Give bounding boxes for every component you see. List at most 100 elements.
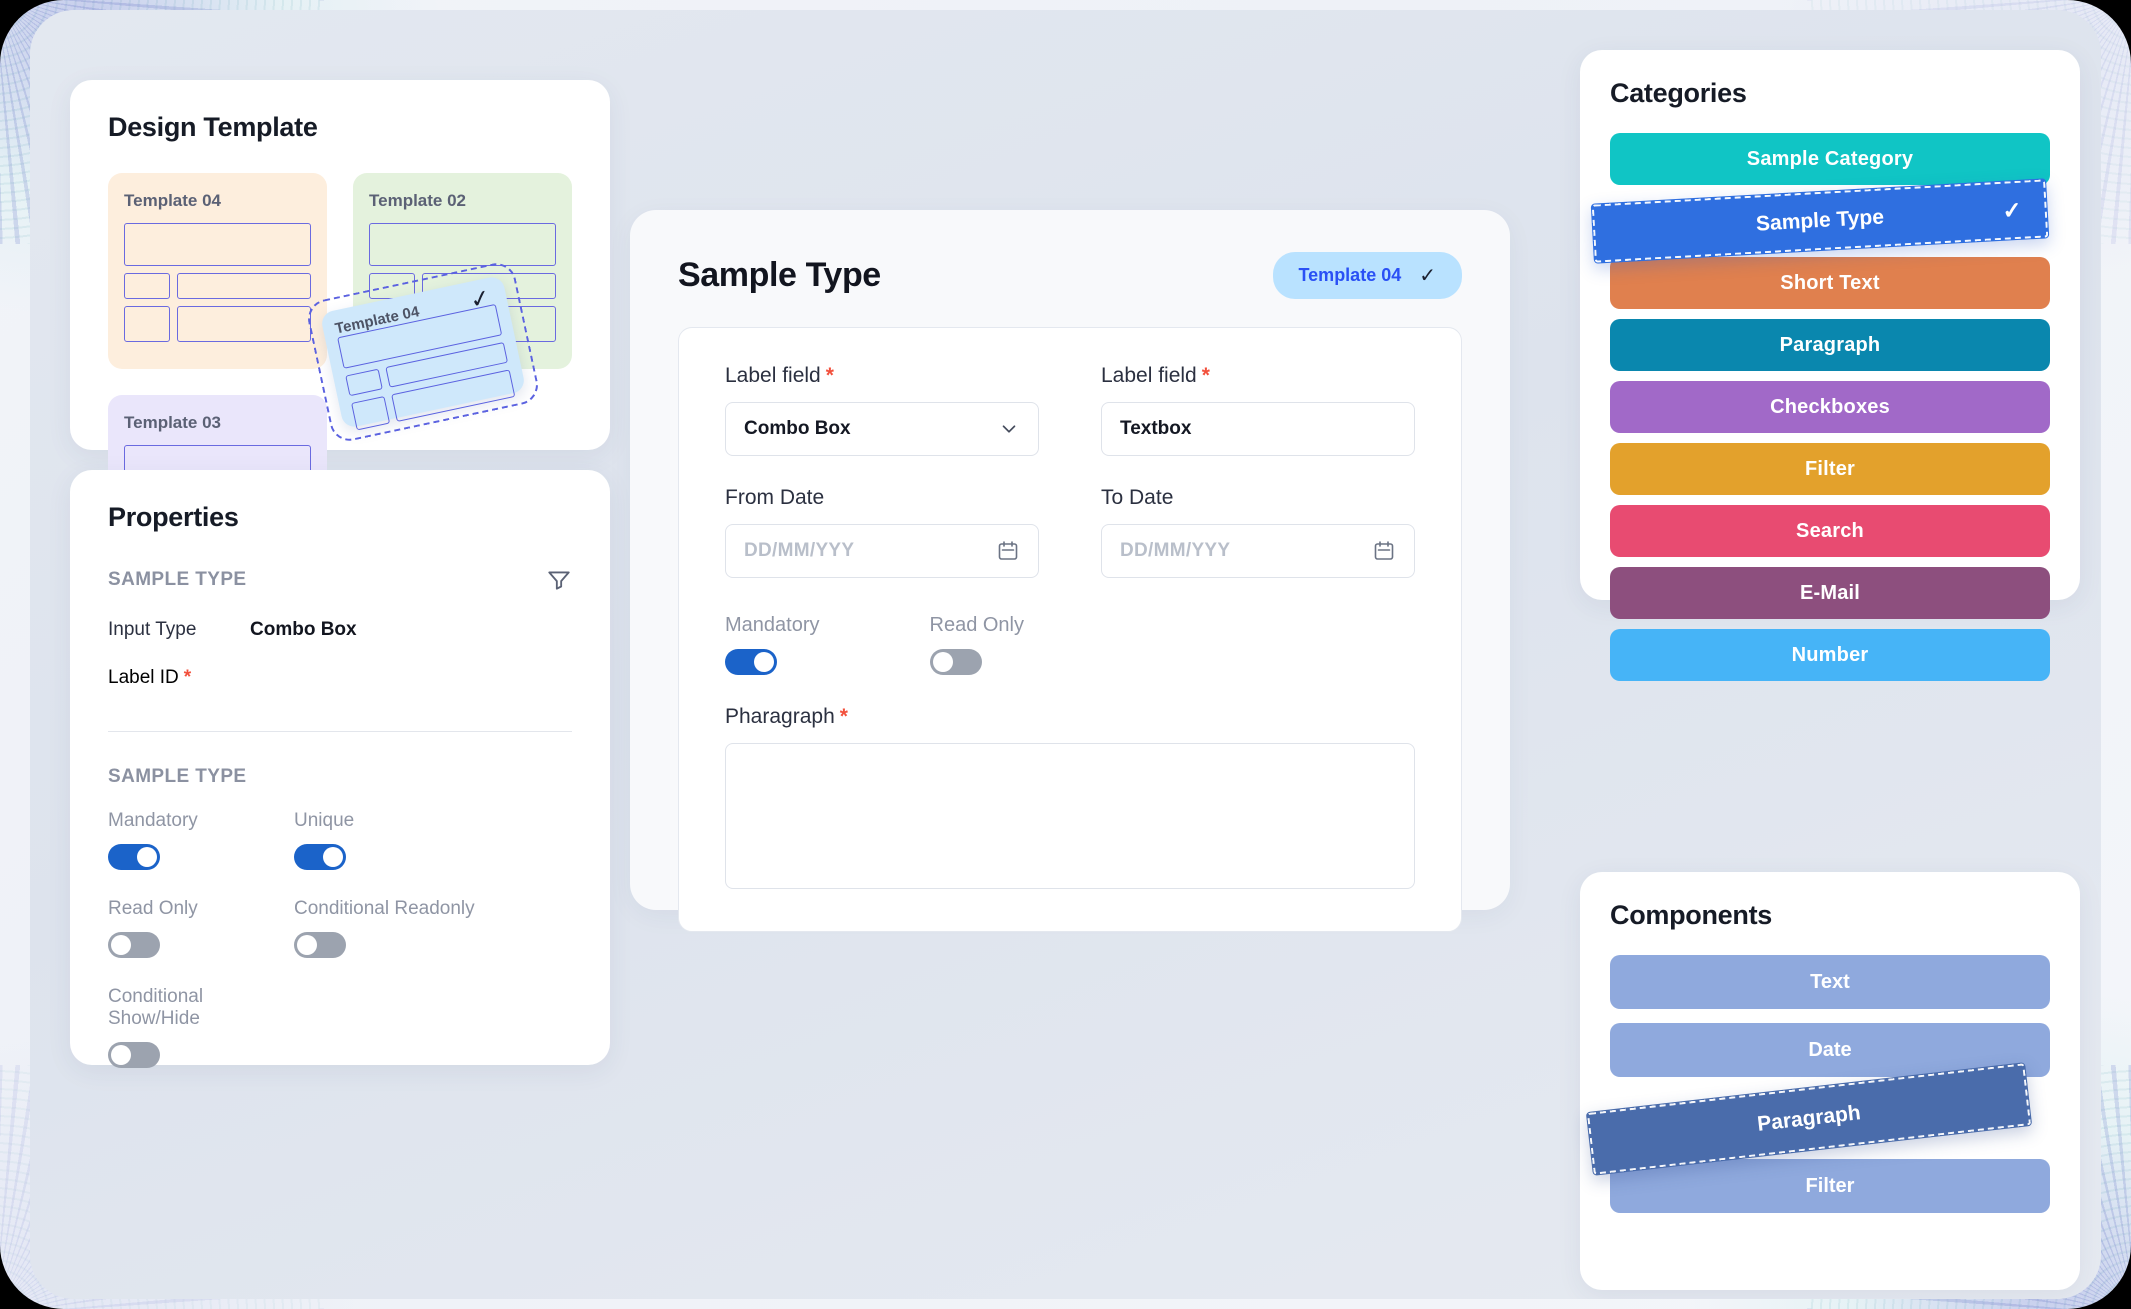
toggle-mandatory[interactable]	[108, 844, 160, 870]
category-chip-email[interactable]: E-Mail	[1610, 567, 2050, 619]
toggle-conditional-readonly[interactable]	[294, 932, 346, 958]
category-chip-label: Short Text	[1780, 271, 1880, 294]
combo-box-value: Combo Box	[744, 418, 851, 439]
toggle-cell-read-only: Read Only	[929, 614, 1025, 675]
field-label: From Date	[725, 486, 1039, 510]
template-row	[369, 223, 556, 266]
field-label: Label field *	[1101, 364, 1415, 388]
toggle-read-only[interactable]	[929, 649, 982, 675]
combo-box-select[interactable]: Combo Box	[725, 402, 1039, 456]
field-label-text: Label field	[725, 364, 821, 387]
category-chip-search[interactable]: Search	[1610, 505, 2050, 557]
field-label-text: To Date	[1101, 486, 1174, 509]
canvas-header: Sample Type Template 04 ✓	[678, 252, 1462, 299]
from-date-placeholder: DD/MM/YYY	[744, 540, 855, 561]
toggle-knob	[932, 652, 953, 672]
textbox-value: Textbox	[1120, 418, 1192, 439]
toggle-cell-read-only: Read Only	[108, 898, 294, 958]
components-title: Components	[1610, 900, 1772, 930]
template-drag-label: Template 04	[333, 303, 421, 338]
template-card-04[interactable]: Template 04	[108, 173, 327, 369]
component-chip-label: Text	[1810, 970, 1850, 993]
decorative-frame: Design Template Template 04 Template 02 …	[0, 0, 2131, 1309]
template-box	[177, 273, 311, 299]
template-box	[124, 306, 170, 342]
toggle-label: Mandatory	[725, 614, 820, 636]
category-chip-paragraph[interactable]: Paragraph	[1610, 319, 2050, 371]
category-chip-number[interactable]: Number	[1610, 629, 2050, 681]
template-box	[369, 223, 556, 266]
required-marker: *	[1201, 364, 1210, 387]
check-icon: ✓	[467, 284, 493, 315]
properties-divider	[108, 731, 572, 732]
properties-section-header-2: SAMPLE TYPE	[108, 766, 572, 788]
paragraph-block: Pharagraph *	[725, 705, 1415, 889]
toggle-label: Unique	[294, 810, 355, 831]
template-row	[124, 306, 311, 342]
calendar-icon[interactable]	[996, 539, 1020, 563]
field-block-label-field-1: Label field * Combo Box	[725, 364, 1039, 456]
template-row	[337, 303, 503, 369]
required-marker: *	[183, 667, 192, 688]
template-selector-pill[interactable]: Template 04 ✓	[1272, 252, 1462, 299]
toggle-label: Read Only	[108, 898, 198, 919]
category-chip-label: Paragraph	[1779, 333, 1881, 356]
label-id-key: Label ID	[108, 667, 179, 688]
input-type-key: Input Type	[108, 619, 197, 640]
template-box	[391, 369, 516, 422]
category-chip-short-text[interactable]: Short Text	[1610, 257, 2050, 309]
categories-panel: Categories Sample Category Sample Type S…	[1580, 50, 2080, 681]
components-list: Text Date Paragraph Filter Paragraph	[1585, 955, 2050, 1213]
template-box	[177, 306, 311, 342]
filter-icon[interactable]	[546, 567, 572, 593]
component-chip-text[interactable]: Text	[1610, 955, 2050, 1009]
paragraph-textarea[interactable]	[725, 743, 1415, 889]
input-type-value: Combo Box	[250, 619, 357, 640]
properties-toggle-grid: Mandatory Unique Read Only Conditional R…	[108, 810, 572, 1068]
template-row	[124, 223, 311, 266]
toggle-conditional-show-hide[interactable]	[108, 1042, 160, 1068]
toggle-cell-conditional-readonly: Conditional Readonly	[294, 898, 572, 958]
toggle-unique[interactable]	[294, 844, 346, 870]
toggle-label: Read Only	[929, 614, 1025, 636]
to-date-input[interactable]: DD/MM/YYY	[1101, 524, 1415, 578]
toggle-label: Conditional Show/Hide	[108, 986, 204, 1029]
component-chip-filter[interactable]: Filter	[1610, 1159, 2050, 1213]
template-box	[124, 273, 170, 299]
toggle-cell-mandatory: Mandatory	[725, 614, 820, 675]
category-chip-checkboxes[interactable]: Checkboxes	[1610, 381, 2050, 433]
field-block-to-date: To Date DD/MM/YYY	[1101, 486, 1415, 578]
form-grid-row-1: Label field * Combo Box Label field * Te…	[725, 364, 1415, 608]
chevron-down-icon	[998, 418, 1020, 440]
input-type-row: Input Type Combo Box	[108, 619, 572, 641]
textbox-input[interactable]: Textbox	[1101, 402, 1415, 456]
category-chip-label: E-Mail	[1799, 581, 1861, 604]
toggle-label: Mandatory	[108, 810, 198, 831]
calendar-icon[interactable]	[1372, 539, 1396, 563]
template-drag-ghost[interactable]: ✓ Template 04	[319, 274, 527, 431]
toggle-cell-conditional-show-hide: Conditional Show/Hide	[108, 986, 294, 1068]
toggle-knob	[111, 1045, 131, 1065]
components-panel: Components Text Date Paragraph Filter Pa…	[1580, 872, 2080, 1290]
category-drag-label: Sample Type	[1755, 205, 1885, 236]
category-chip-sample-category[interactable]: Sample Category	[1610, 133, 2050, 185]
properties-section-header: SAMPLE TYPE	[108, 567, 572, 593]
toggle-knob	[297, 935, 317, 955]
category-drag-chip[interactable]: Sample Type ✓	[1590, 178, 2050, 264]
required-marker: *	[839, 705, 848, 728]
properties-title: Properties	[108, 502, 239, 532]
template-box	[345, 368, 383, 397]
categories-list: Sample Category Sample Type Short Text P…	[1590, 133, 2050, 681]
template-box	[385, 342, 509, 388]
field-label-text: Label field	[1101, 364, 1197, 387]
properties-panel: Properties SAMPLE TYPE Input Type Combo …	[70, 470, 610, 1068]
category-chip-filter[interactable]: Filter	[1610, 443, 2050, 495]
paragraph-label-text: Pharagraph	[725, 705, 835, 728]
category-chip-label: Filter	[1804, 457, 1856, 480]
toggle-knob	[111, 935, 131, 955]
toggle-read-only[interactable]	[108, 932, 160, 958]
toggle-mandatory[interactable]	[725, 649, 777, 675]
check-icon: ✓	[1419, 264, 1436, 287]
from-date-input[interactable]: DD/MM/YYY	[725, 524, 1039, 578]
template-row	[124, 273, 311, 299]
